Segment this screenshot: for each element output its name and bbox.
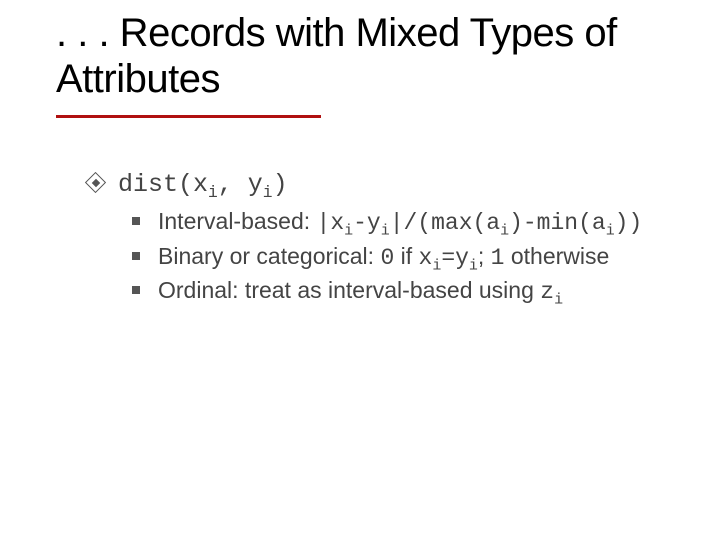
t: |x <box>317 210 345 236</box>
t: 1 <box>491 245 505 271</box>
t: )) <box>615 210 643 236</box>
list-item: Binary or categorical: 0 if xi=yi; 1 oth… <box>132 241 668 273</box>
t: Ordinal: treat as interval-based using <box>158 277 540 303</box>
sub: i <box>208 183 218 202</box>
square-icon <box>132 286 140 294</box>
dist-expr: dist(xi, yi) <box>118 170 288 199</box>
lvl2-list: Interval-based: |xi-yi|/(max(ai)-min(ai)… <box>132 206 668 307</box>
sub: i <box>263 183 273 202</box>
t: z <box>540 279 554 305</box>
t: ) <box>273 170 288 199</box>
item-text: Binary or categorical: 0 if xi=yi; 1 oth… <box>158 243 609 269</box>
t: if <box>394 243 418 269</box>
t: Interval-based: <box>158 208 317 234</box>
t: |/(max(a <box>390 210 500 236</box>
t: dist(x <box>118 170 208 199</box>
sub: i <box>381 224 390 240</box>
t: 0 <box>380 245 394 271</box>
page-title: . . . Records with Mixed Types of Attrib… <box>56 10 666 102</box>
t: x <box>419 245 433 271</box>
diamond-icon <box>88 175 103 190</box>
bullet-lvl1: dist(xi, yi) <box>88 168 668 200</box>
sub: i <box>500 224 509 240</box>
sub: i <box>469 258 478 274</box>
t: Binary or categorical: <box>158 243 380 269</box>
item-text: Interval-based: |xi-yi|/(max(ai)-min(ai)… <box>158 208 642 234</box>
t: ; <box>478 243 491 269</box>
t: )-min(a <box>509 210 606 236</box>
sub: i <box>554 293 563 309</box>
sub: i <box>432 258 441 274</box>
slide: . . . Records with Mixed Types of Attrib… <box>0 0 720 540</box>
square-icon <box>132 252 140 260</box>
list-item: Interval-based: |xi-yi|/(max(ai)-min(ai)… <box>132 206 668 238</box>
sub: i <box>344 224 353 240</box>
body-container: dist(xi, yi) Interval-based: |xi-yi|/(ma… <box>88 168 668 309</box>
square-icon <box>132 217 140 225</box>
sub: i <box>606 224 615 240</box>
list-item: Ordinal: treat as interval-based using z… <box>132 275 668 307</box>
t: , y <box>218 170 263 199</box>
t: otherwise <box>504 243 609 269</box>
t: =y <box>441 245 469 271</box>
t: -y <box>353 210 381 236</box>
item-text: Ordinal: treat as interval-based using z… <box>158 277 563 303</box>
title-underline <box>56 115 321 118</box>
